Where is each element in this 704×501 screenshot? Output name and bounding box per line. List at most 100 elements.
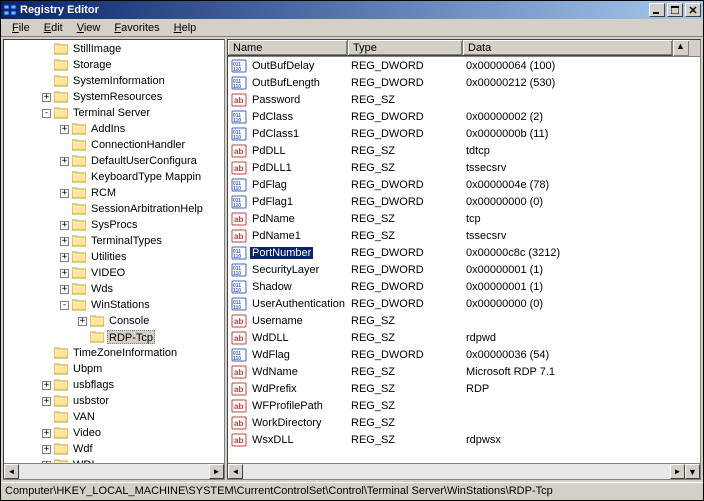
scroll-up-icon[interactable] [673, 40, 689, 56]
list-row[interactable]: WorkDirectoryREG_SZ [228, 414, 700, 431]
tree-item[interactable]: +Utilities [6, 249, 224, 265]
expand-icon[interactable]: + [60, 253, 69, 262]
list-row[interactable]: PdFlagREG_DWORD0x0000004e (78) [228, 176, 700, 193]
tree-item[interactable]: +VIDEO [6, 265, 224, 281]
tree-item[interactable]: +usbstor [6, 393, 224, 409]
tree-item[interactable]: ConnectionHandler [6, 137, 224, 153]
tree-item[interactable]: RDP-Tcp [6, 329, 224, 345]
collapse-icon[interactable]: - [60, 301, 69, 310]
tree-item[interactable]: StillImage [6, 41, 224, 57]
list-row[interactable]: OutBufLengthREG_DWORD0x00000212 (530) [228, 74, 700, 91]
list-row[interactable]: WsxDLLREG_SZrdpwsx [228, 431, 700, 448]
expand-icon[interactable]: + [42, 445, 51, 454]
tree-item[interactable]: SystemInformation [6, 73, 224, 89]
expand-icon[interactable]: + [42, 93, 51, 102]
expand-icon[interactable]: + [42, 429, 51, 438]
tree-item[interactable]: +Wdf [6, 441, 224, 457]
tree-item[interactable]: +SysProcs [6, 217, 224, 233]
folder-icon [72, 251, 86, 263]
scroll-left-icon[interactable]: ◄ [228, 464, 243, 479]
binary-value-icon [231, 195, 247, 209]
list-row[interactable]: WFProfilePathREG_SZ [228, 397, 700, 414]
tree-item[interactable]: +Console [6, 313, 224, 329]
list-row[interactable]: PasswordREG_SZ [228, 91, 700, 108]
list-row[interactable]: PdDLLREG_SZtdtcp [228, 142, 700, 159]
menu-help[interactable]: Help [167, 21, 204, 35]
list-row[interactable]: UsernameREG_SZ [228, 312, 700, 329]
expand-icon[interactable]: + [60, 157, 69, 166]
list-row[interactable]: WdDLLREG_SZrdpwd [228, 329, 700, 346]
tree-item[interactable]: -Terminal Server [6, 105, 224, 121]
column-name[interactable]: Name [228, 40, 348, 56]
tree-item[interactable]: -WinStations [6, 297, 224, 313]
menu-view[interactable]: View [70, 21, 108, 35]
tree-item[interactable]: +usbflags [6, 377, 224, 393]
menu-file[interactable]: File [5, 21, 37, 35]
tree-item[interactable]: +AddIns [6, 121, 224, 137]
value-type: REG_SZ [351, 145, 466, 157]
scroll-left-icon[interactable]: ◄ [4, 464, 19, 479]
tree-item[interactable]: +WDI [6, 457, 224, 463]
tree-item[interactable]: VAN [6, 409, 224, 425]
expand-icon[interactable]: + [42, 461, 51, 464]
folder-icon [54, 347, 68, 359]
expand-icon[interactable]: + [60, 221, 69, 230]
list-row[interactable]: SecurityLayerREG_DWORD0x00000001 (1) [228, 261, 700, 278]
minimize-button[interactable] [649, 3, 665, 17]
column-type[interactable]: Type [348, 40, 463, 56]
menu-edit[interactable]: Edit [37, 21, 70, 35]
tree-item[interactable]: KeyboardType Mappin [6, 169, 224, 185]
scroll-right-icon[interactable]: ► [209, 464, 224, 479]
expand-icon[interactable]: + [78, 317, 87, 326]
expand-icon[interactable]: + [60, 285, 69, 294]
list-row[interactable]: PdName1REG_SZtssecsrv [228, 227, 700, 244]
tree-item[interactable]: +Video [6, 425, 224, 441]
list-row[interactable]: WdNameREG_SZMicrosoft RDP 7.1 [228, 363, 700, 380]
tree-item[interactable]: +Wds [6, 281, 224, 297]
list-row[interactable]: PdNameREG_SZtcp [228, 210, 700, 227]
tree-item[interactable]: TimeZoneInformation [6, 345, 224, 361]
value-type: REG_SZ [351, 434, 466, 446]
column-data[interactable]: Data [463, 40, 673, 56]
expand-icon[interactable]: + [60, 269, 69, 278]
expand-icon[interactable]: + [60, 125, 69, 134]
tree-item[interactable]: +SystemResources [6, 89, 224, 105]
expand-icon[interactable]: + [60, 237, 69, 246]
folder-icon [54, 43, 68, 55]
list-row[interactable]: PdClassREG_DWORD0x00000002 (2) [228, 108, 700, 125]
list-row[interactable]: UserAuthenticationREG_DWORD0x00000000 (0… [228, 295, 700, 312]
titlebar[interactable]: Registry Editor [1, 1, 703, 19]
tree-h-scrollbar[interactable]: ◄ ► [4, 463, 224, 479]
menu-favorites[interactable]: Favorites [107, 21, 166, 35]
list-row[interactable]: OutBufDelayREG_DWORD0x00000064 (100) [228, 57, 700, 74]
tree-item-label: KeyboardType Mappin [89, 170, 203, 184]
string-value-icon [231, 93, 247, 107]
list-row[interactable]: WdFlagREG_DWORD0x00000036 (54) [228, 346, 700, 363]
tree-item[interactable]: +TerminalTypes [6, 233, 224, 249]
list-row[interactable]: WdPrefixREG_SZRDP [228, 380, 700, 397]
tree-item[interactable]: +DefaultUserConfigura [6, 153, 224, 169]
list-row[interactable]: ShadowREG_DWORD0x00000001 (1) [228, 278, 700, 295]
binary-value-icon [231, 178, 247, 192]
value-list[interactable]: OutBufDelayREG_DWORD0x00000064 (100)OutB… [228, 57, 700, 463]
tree-item[interactable]: +RCM [6, 185, 224, 201]
expand-icon[interactable]: + [42, 381, 51, 390]
list-row[interactable]: PortNumberREG_DWORD0x00000c8c (3212) [228, 244, 700, 261]
list-h-scrollbar[interactable]: ◄ ► ▼ [228, 463, 700, 479]
value-name: PortNumber [250, 247, 313, 259]
tree-item[interactable]: Ubpm [6, 361, 224, 377]
expand-icon[interactable]: + [42, 397, 51, 406]
tree-item[interactable]: SessionArbitrationHelp [6, 201, 224, 217]
list-row[interactable]: PdClass1REG_DWORD0x0000000b (11) [228, 125, 700, 142]
expand-icon[interactable]: + [60, 189, 69, 198]
collapse-icon[interactable]: - [42, 109, 51, 118]
list-row[interactable]: PdFlag1REG_DWORD0x00000000 (0) [228, 193, 700, 210]
registry-tree[interactable]: StillImageStorageSystemInformation+Syste… [4, 40, 224, 463]
tree-item[interactable]: Storage [6, 57, 224, 73]
scroll-down-icon[interactable]: ▼ [685, 464, 700, 479]
scroll-right-icon[interactable]: ► [670, 464, 685, 479]
value-data: 0x0000004e (78) [466, 179, 676, 191]
list-row[interactable]: PdDLL1REG_SZtssecsrv [228, 159, 700, 176]
maximize-button[interactable] [667, 3, 683, 17]
close-button[interactable] [685, 3, 701, 17]
